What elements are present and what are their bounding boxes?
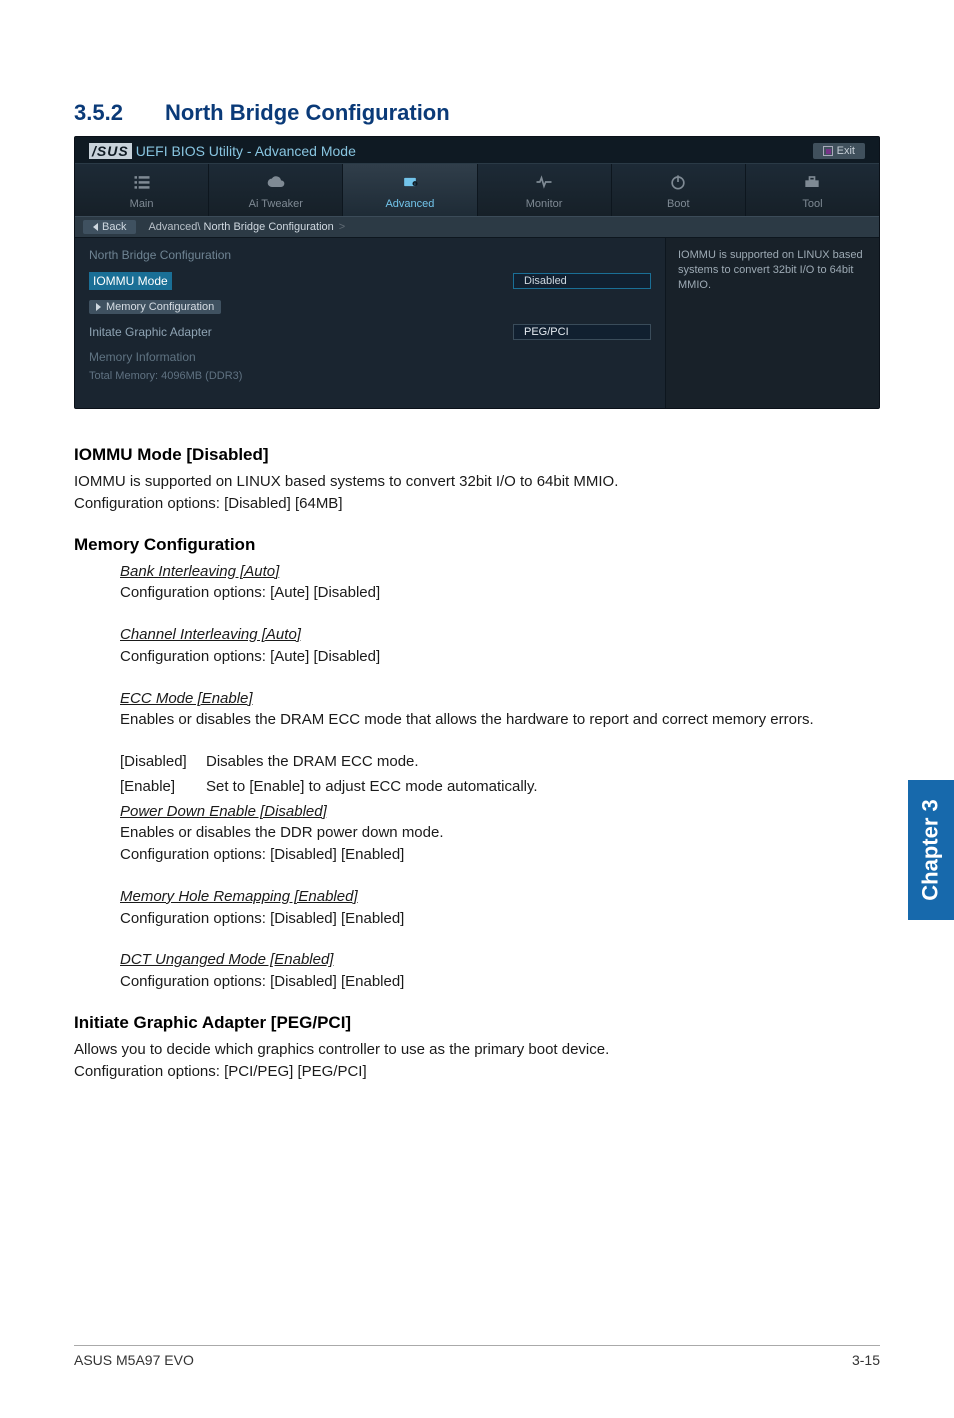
breadcrumb: Back Advanced\ North Bridge Configuratio… [75, 216, 879, 238]
arrow-left-icon [93, 223, 98, 231]
dct-body: Configuration options: [Disabled] [Enabl… [120, 971, 880, 993]
iommu-opts: Configuration options: [Disabled] [64MB] [74, 493, 880, 515]
chip-icon: i [400, 172, 420, 192]
toolbox-icon [802, 172, 822, 192]
tab-monitor[interactable]: Monitor [478, 164, 612, 216]
exit-label: Exit [837, 145, 855, 157]
ecc-opt-enable: [Enable] Set to [Enable] to adjust ECC m… [120, 776, 880, 798]
initiate-label: Initate Graphic Adapter [89, 325, 212, 339]
tab-monitor-label: Monitor [478, 198, 611, 210]
initiate-heading: Initiate Graphic Adapter [PEG/PCI] [74, 1013, 880, 1033]
footer-left: ASUS M5A97 EVO [74, 1352, 194, 1368]
hole-title: Memory Hole Remapping [Enabled] [120, 888, 358, 905]
iommu-desc: IOMMU is supported on LINUX based system… [74, 471, 880, 493]
ecc-opt1-key: [Disabled] [120, 751, 206, 773]
row-iommu[interactable]: IOMMU Mode Disabled [89, 272, 651, 290]
tab-boot-label: Boot [612, 198, 745, 210]
bank-title: Bank Interleaving [Auto] [120, 563, 279, 580]
list-icon [132, 172, 152, 192]
tab-tool-label: Tool [746, 198, 879, 210]
ecc-title: ECC Mode [Enable] [120, 690, 253, 707]
iommu-heading: IOMMU Mode [Disabled] [74, 445, 880, 465]
chan-title: Channel Interleaving [Auto] [120, 626, 301, 643]
cloud-icon [266, 172, 286, 192]
chan-body: Configuration options: [Aute] [Disabled] [120, 646, 880, 668]
hole-body: Configuration options: [Disabled] [Enabl… [120, 908, 880, 930]
section-title-text: North Bridge Configuration [165, 100, 450, 126]
memory-config-label: Memory Configuration [106, 301, 214, 313]
row-initiate[interactable]: Initate Graphic Adapter PEG/PCI [89, 324, 651, 340]
chevron-right-icon [96, 303, 101, 311]
ecc-opt2-key: [Enable] [120, 776, 206, 798]
initiate-desc: Allows you to decide which graphics cont… [74, 1039, 880, 1061]
exit-button[interactable]: Exit [813, 143, 865, 159]
bank-body: Configuration options: [Aute] [Disabled] [120, 582, 880, 604]
ecc-opt-disabled: [Disabled] Disables the DRAM ECC mode. [120, 751, 880, 773]
tab-main-label: Main [75, 198, 208, 210]
initiate-value[interactable]: PEG/PCI [513, 324, 651, 340]
ecc-body: Enables or disables the DRAM ECC mode th… [120, 709, 880, 731]
svg-text:i: i [414, 181, 415, 186]
row-memory-config[interactable]: Memory Configuration [89, 300, 651, 314]
tab-tool[interactable]: Tool [746, 164, 879, 216]
tab-boot[interactable]: Boot [612, 164, 746, 216]
heartbeat-icon [534, 172, 554, 192]
row-iommu-value[interactable]: Disabled [513, 273, 651, 289]
brand-mark: /SUS [89, 143, 132, 159]
help-text: IOMMU is supported on LINUX based system… [678, 249, 863, 291]
bios-screenshot: /SUS UEFI BIOS Utility - Advanced Mode E… [74, 136, 880, 409]
crumb-root: Advanced\ [148, 221, 200, 233]
tab-advanced-label: Advanced [343, 198, 476, 210]
initiate-opts: Configuration options: [PCI/PEG] [PEG/PC… [74, 1061, 880, 1083]
pd-title: Power Down Enable [Disabled] [120, 803, 327, 820]
mem-info-header: Memory Information [89, 350, 651, 364]
panel-title: North Bridge Configuration [89, 248, 651, 262]
tab-ai-tweaker[interactable]: Ai Tweaker [209, 164, 343, 216]
pd-body1: Enables or disables the DDR power down m… [120, 822, 880, 844]
chapter-tab: Chapter 3 [908, 780, 954, 920]
tab-advanced[interactable]: i Advanced [343, 164, 477, 216]
power-icon [668, 172, 688, 192]
bios-title: /SUS UEFI BIOS Utility - Advanced Mode [89, 143, 356, 159]
crumb-sep: > [339, 221, 345, 233]
section-heading: 3.5.2 North Bridge Configuration [74, 100, 880, 126]
section-number: 3.5.2 [74, 100, 123, 126]
pd-body2: Configuration options: [Disabled] [Enabl… [120, 844, 880, 866]
crumb-leaf: North Bridge Configuration [204, 221, 334, 233]
bios-title-text: UEFI BIOS Utility - Advanced Mode [136, 143, 356, 159]
back-button[interactable]: Back [83, 220, 136, 234]
tab-main[interactable]: Main [75, 164, 209, 216]
dct-title: DCT Unganged Mode [Enabled] [120, 951, 333, 968]
footer-right: 3-15 [852, 1352, 880, 1368]
tab-tweaker-label: Ai Tweaker [209, 198, 342, 210]
help-panel: IOMMU is supported on LINUX based system… [665, 238, 879, 408]
memconf-heading: Memory Configuration [74, 535, 880, 555]
row-iommu-label: IOMMU Mode [89, 272, 172, 290]
ecc-opt1-val: Disables the DRAM ECC mode. [206, 751, 419, 773]
chapter-label: Chapter 3 [918, 799, 944, 900]
total-memory: Total Memory: 4096MB (DDR3) [89, 370, 651, 382]
exit-icon [823, 146, 833, 156]
back-label: Back [102, 221, 126, 233]
ecc-opt2-val: Set to [Enable] to adjust ECC mode autom… [206, 776, 538, 798]
